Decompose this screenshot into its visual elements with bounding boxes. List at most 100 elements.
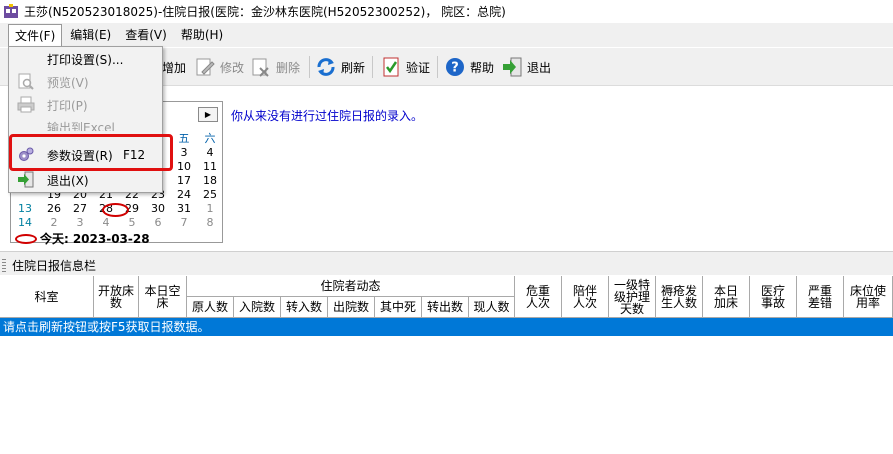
highlight-annotation bbox=[9, 134, 173, 171]
delete-icon bbox=[252, 58, 269, 77]
menu-file[interactable]: 文件(F) bbox=[8, 24, 63, 46]
delete-button[interactable]: 删除 bbox=[250, 55, 300, 79]
calendar-day[interactable]: 31 bbox=[171, 202, 197, 215]
calendar-day[interactable]: 3 bbox=[67, 216, 93, 229]
verify-button[interactable]: 验证 bbox=[380, 55, 430, 79]
toolbar-separator bbox=[309, 56, 310, 78]
help-icon: ? bbox=[446, 58, 464, 76]
today-marker bbox=[102, 203, 129, 217]
col-open-beds[interactable]: 开放床数 bbox=[94, 276, 139, 318]
col-serious-error[interactable]: 严重差错 bbox=[797, 276, 844, 318]
col-level1-care[interactable]: 一级特级护理天数 bbox=[609, 276, 656, 318]
col-pressure-sore[interactable]: 褥疮发生人数 bbox=[656, 276, 703, 318]
calendar-day[interactable]: 26 bbox=[41, 202, 67, 215]
exit-button[interactable]: 退出 bbox=[501, 55, 551, 79]
calendar-day[interactable]: 10 bbox=[171, 160, 197, 173]
col-discharged[interactable]: 出院数 bbox=[328, 297, 375, 318]
exit-icon bbox=[18, 171, 34, 188]
calendar-day[interactable]: 5 bbox=[119, 216, 145, 229]
add-label: 增加 bbox=[162, 60, 187, 75]
col-transfer-in[interactable]: 转入数 bbox=[281, 297, 328, 318]
table-row[interactable]: 请点击刷新按钮或按F5获取日报数据。 bbox=[0, 318, 893, 336]
col-extra-beds[interactable]: 本日加床 bbox=[703, 276, 750, 318]
calendar-day[interactable]: 30 bbox=[145, 202, 171, 215]
col-died[interactable]: 其中死 bbox=[375, 297, 422, 318]
menu-export-excel[interactable]: 输出到Excel bbox=[9, 117, 162, 131]
menu-bar: 文件(F) 编辑(E) 查看(V) 帮助(H) bbox=[0, 23, 893, 47]
refresh-icon bbox=[317, 58, 335, 76]
calendar-week-number: 13 bbox=[18, 202, 32, 215]
weekday-fri: 五 bbox=[178, 132, 190, 145]
printer-icon bbox=[17, 96, 35, 113]
calendar-day[interactable]: 2 bbox=[41, 216, 67, 229]
title-bar: 王莎(N520523018025)-住院日报(医院：金沙林东医院(H520523… bbox=[0, 0, 893, 22]
calendar-day[interactable]: 4 bbox=[93, 216, 119, 229]
calendar-day[interactable]: 11 bbox=[197, 160, 223, 173]
menu-edit[interactable]: 编辑(E) bbox=[64, 24, 117, 46]
help-button[interactable]: ? 帮助 bbox=[444, 55, 494, 79]
edit-icon bbox=[196, 58, 215, 76]
print-label: 打印(P) bbox=[47, 98, 88, 113]
col-admitted[interactable]: 入院数 bbox=[234, 297, 281, 318]
col-incident[interactable]: 医疗事故 bbox=[750, 276, 797, 318]
window-title: 王莎(N520523018025)-住院日报(医院：金沙林东医院(H520523… bbox=[24, 4, 506, 19]
toolbar-separator bbox=[372, 56, 373, 78]
verify-icon bbox=[383, 57, 399, 77]
menu-print[interactable]: 打印(P) bbox=[9, 94, 162, 116]
menu-print-settings[interactable]: 打印设置(S)... bbox=[9, 48, 162, 70]
menu-help[interactable]: 帮助(H) bbox=[175, 24, 229, 46]
calendar-day[interactable]: 17 bbox=[171, 174, 197, 187]
exit-icon bbox=[503, 57, 522, 77]
today-date: 2023-03-28 bbox=[72, 231, 150, 246]
calendar-day[interactable]: 6 bbox=[145, 216, 171, 229]
today-link[interactable]: 今天: 2023-03-28 bbox=[15, 230, 150, 247]
export-excel-label: 输出到Excel bbox=[47, 121, 115, 131]
calendar-day[interactable]: 24 bbox=[171, 188, 197, 201]
col-escort[interactable]: 陪伴人次 bbox=[562, 276, 609, 318]
calendar-day[interactable]: 1 bbox=[197, 202, 223, 215]
add-button[interactable]: 增加 bbox=[162, 55, 186, 79]
calendar-day[interactable]: 25 bbox=[197, 188, 223, 201]
col-dept[interactable]: 科室 bbox=[0, 276, 94, 318]
col-transfer-out[interactable]: 转出数 bbox=[422, 297, 469, 318]
refresh-button[interactable]: 刷新 bbox=[315, 55, 365, 79]
notice-text: 你从来没有进行过住院日报的录入。 bbox=[231, 109, 424, 123]
weekday-sat: 六 bbox=[204, 132, 216, 145]
app-icon bbox=[4, 4, 18, 18]
menu-exit[interactable]: 退出(X) bbox=[9, 169, 162, 191]
col-critical[interactable]: 危重人次 bbox=[515, 276, 562, 318]
col-original[interactable]: 原人数 bbox=[187, 297, 234, 318]
panel-title: 住院日报信息栏 bbox=[12, 259, 97, 273]
help-label: 帮助 bbox=[470, 60, 495, 75]
svg-text:?: ? bbox=[451, 61, 459, 76]
col-current[interactable]: 现人数 bbox=[469, 297, 515, 318]
today-ring-icon bbox=[15, 233, 37, 244]
refresh-label: 刷新 bbox=[341, 60, 366, 75]
col-group-inpatient: 住院者动态 bbox=[187, 276, 515, 297]
calendar-day[interactable]: 3 bbox=[171, 146, 197, 159]
menu-view[interactable]: 查看(V) bbox=[119, 24, 173, 46]
calendar-day[interactable]: 7 bbox=[171, 216, 197, 229]
toolbar-separator bbox=[437, 56, 438, 78]
report-grid[interactable]: 科室 开放床数 本日空床 住院者动态 原人数 入院数 转入数 出院数 其中死 转… bbox=[0, 276, 893, 454]
panel-grip-icon bbox=[2, 258, 6, 273]
menu-preview[interactable]: 预览(V) bbox=[9, 71, 162, 93]
exit-menu-label: 退出(X) bbox=[47, 173, 89, 188]
print-settings-label: 打印设置(S)... bbox=[47, 52, 124, 67]
calendar-day[interactable]: 27 bbox=[67, 202, 93, 215]
panel-header: 住院日报信息栏 bbox=[0, 256, 893, 275]
calendar-day[interactable]: 8 bbox=[197, 216, 223, 229]
preview-icon bbox=[18, 73, 34, 90]
edit-label: 修改 bbox=[220, 60, 245, 75]
calendar-day[interactable]: 18 bbox=[197, 174, 223, 187]
col-bed-usage[interactable]: 床位使用率 bbox=[844, 276, 893, 318]
preview-label: 预览(V) bbox=[47, 75, 89, 90]
next-month-button[interactable]: ▶ bbox=[198, 107, 218, 122]
exit-label: 退出 bbox=[527, 60, 552, 75]
col-empty-beds[interactable]: 本日空床 bbox=[139, 276, 187, 318]
edit-button[interactable]: 修改 bbox=[194, 55, 244, 79]
verify-label: 验证 bbox=[406, 60, 431, 75]
calendar-day[interactable]: 4 bbox=[197, 146, 223, 159]
delete-label: 删除 bbox=[276, 60, 301, 75]
calendar-week-number: 14 bbox=[18, 216, 32, 229]
